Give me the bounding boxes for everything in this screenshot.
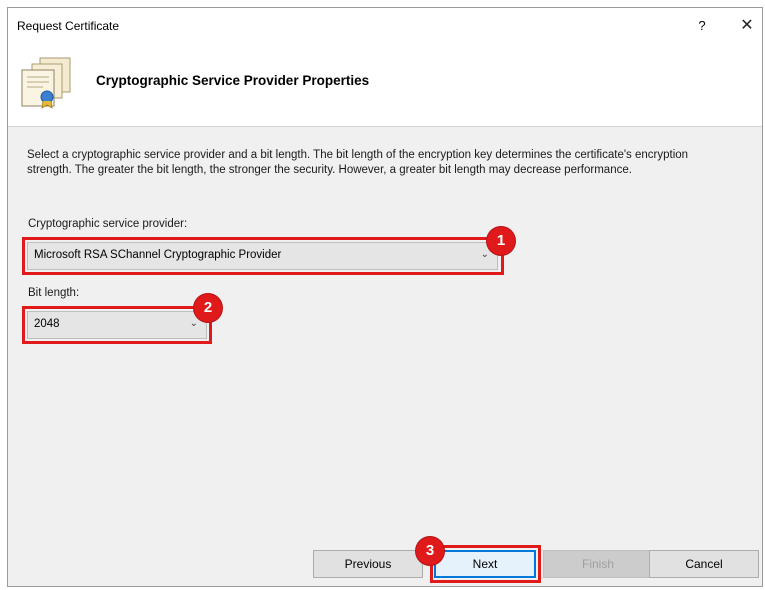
csp-selected-value: Microsoft RSA SChannel Cryptographic Pro… xyxy=(34,249,282,261)
close-button[interactable]: ✕ xyxy=(736,15,758,37)
finish-button[interactable]: Finish xyxy=(543,550,653,578)
title-bar: Request Certificate ? ✕ xyxy=(8,8,762,42)
certificate-icon xyxy=(21,57,71,109)
help-button[interactable]: ? xyxy=(691,16,713,36)
bit-length-label: Bit length: xyxy=(28,287,80,299)
step-2-badge: 2 xyxy=(194,294,222,322)
window-title: Request Certificate xyxy=(17,19,120,33)
description-text: Select a cryptographic service provider … xyxy=(27,149,689,176)
csp-dropdown[interactable]: Microsoft RSA SChannel Cryptographic Pro… xyxy=(27,242,498,270)
bit-length-selected-value: 2048 xyxy=(34,318,60,330)
csp-label: Cryptographic service provider: xyxy=(28,218,188,230)
cancel-button[interactable]: Cancel xyxy=(649,550,759,578)
next-button[interactable]: Next xyxy=(434,550,536,578)
page-title: Cryptographic Service Provider Propertie… xyxy=(96,73,370,88)
step-3-badge: 3 xyxy=(416,537,444,565)
step-1-badge: 1 xyxy=(487,227,515,255)
request-certificate-dialog: Request Certificate ? ✕ Cryptographic Se… xyxy=(7,7,763,587)
bit-length-dropdown[interactable]: 2048 ⌄ xyxy=(27,311,207,339)
chevron-down-icon: ⌄ xyxy=(480,249,489,260)
wizard-header: Cryptographic Service Provider Propertie… xyxy=(8,42,762,127)
chevron-down-icon: ⌄ xyxy=(189,318,198,329)
previous-button[interactable]: Previous xyxy=(313,550,423,578)
